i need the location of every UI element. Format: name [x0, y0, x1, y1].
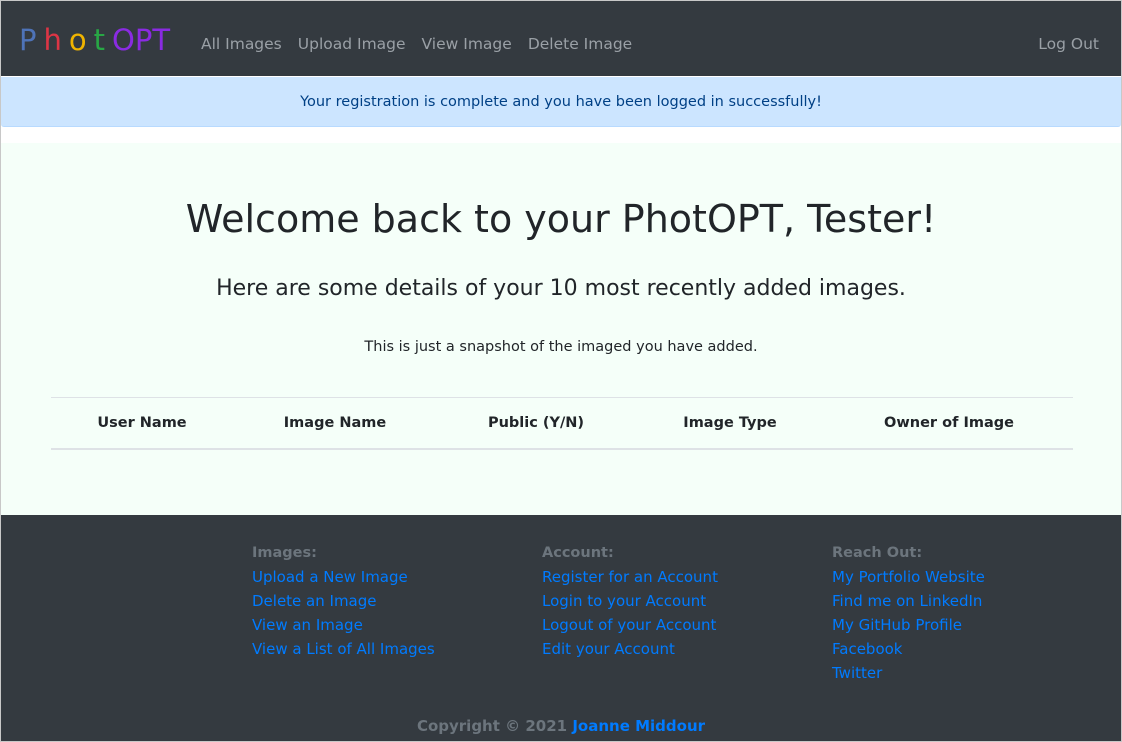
footer-column-reach-out: Reach Out: My Portfolio Website Find me … — [832, 543, 985, 687]
footer-column-account: Account: Register for an Account Login t… — [542, 543, 718, 663]
copyright-text: Copyright © 2021 — [416, 717, 568, 735]
nav-view-image[interactable]: View Image — [422, 34, 512, 54]
footer-link-delete-image[interactable]: Delete an Image — [252, 591, 435, 611]
top-navbar: Ph o t OPT All Images Upload Image View Ima… — [1, 1, 1121, 76]
nav-links: All Images Upload Image View Image Delet… — [201, 34, 632, 54]
footer-column-images: Images: Upload a New Image Delete an Ima… — [252, 543, 435, 663]
page-title: Welcome back to your PhotOPT, Tester! — [185, 197, 937, 241]
footer-link-login[interactable]: Login to your Account — [542, 591, 718, 611]
snapshot-text: This is just a snapshot of the imaged yo… — [364, 339, 758, 355]
footer-link-facebook[interactable]: Facebook — [832, 639, 985, 659]
footer-link-linkedin[interactable]: Find me on LinkedIn — [832, 591, 985, 611]
brand-letter: h — [43, 23, 62, 57]
nav-logout[interactable]: Log Out — [1038, 34, 1099, 54]
column-header-image-name: Image Name — [283, 415, 387, 431]
brand-letter: OPT — [112, 23, 171, 57]
footer-link-github[interactable]: My GitHub Profile — [832, 615, 985, 635]
images-table: User Name Image Name Public (Y/N) Image … — [51, 397, 1073, 450]
copyright: Copyright © 2021 Joanne Middour — [1, 717, 1121, 735]
footer-link-upload-image[interactable]: Upload a New Image — [252, 567, 435, 587]
footer-link-all-images[interactable]: View a List of All Images — [252, 639, 435, 659]
footer-link-twitter[interactable]: Twitter — [832, 663, 985, 683]
main-content: Welcome back to your PhotOPT, Tester! He… — [1, 143, 1121, 515]
brand-letter: o — [68, 23, 87, 57]
nav-upload-image[interactable]: Upload Image — [298, 34, 406, 54]
footer-heading: Images: — [252, 545, 317, 561]
column-header-image-type: Image Type — [683, 415, 777, 431]
brand-letter: P — [19, 23, 37, 57]
brand-logo[interactable]: Ph o t OPT — [19, 23, 170, 57]
alert-message: Your registration is complete and you ha… — [300, 93, 822, 110]
copyright-author-link[interactable]: Joanne Middour — [572, 717, 705, 735]
success-alert: Your registration is complete and you ha… — [1, 77, 1121, 127]
page-subheading: Here are some details of your 10 most re… — [216, 276, 906, 301]
nav-delete-image[interactable]: Delete Image — [528, 34, 632, 54]
footer-link-register[interactable]: Register for an Account — [542, 567, 718, 587]
column-header-user-name: User Name — [97, 415, 187, 431]
column-header-public: Public (Y/N) — [487, 415, 585, 431]
site-footer: Images: Upload a New Image Delete an Ima… — [1, 515, 1121, 741]
footer-link-edit-account[interactable]: Edit your Account — [542, 639, 718, 659]
footer-heading: Reach Out: — [832, 545, 923, 561]
footer-link-portfolio[interactable]: My Portfolio Website — [832, 567, 985, 587]
footer-link-view-image[interactable]: View an Image — [252, 615, 435, 635]
footer-link-logout[interactable]: Logout of your Account — [542, 615, 718, 635]
nav-all-images[interactable]: All Images — [201, 34, 282, 54]
footer-heading: Account: — [542, 545, 614, 561]
brand-letter: t — [93, 23, 106, 57]
page-frame: Ph o t OPT All Images Upload Image View Ima… — [0, 0, 1122, 742]
column-header-owner: Owner of Image — [884, 415, 1014, 431]
